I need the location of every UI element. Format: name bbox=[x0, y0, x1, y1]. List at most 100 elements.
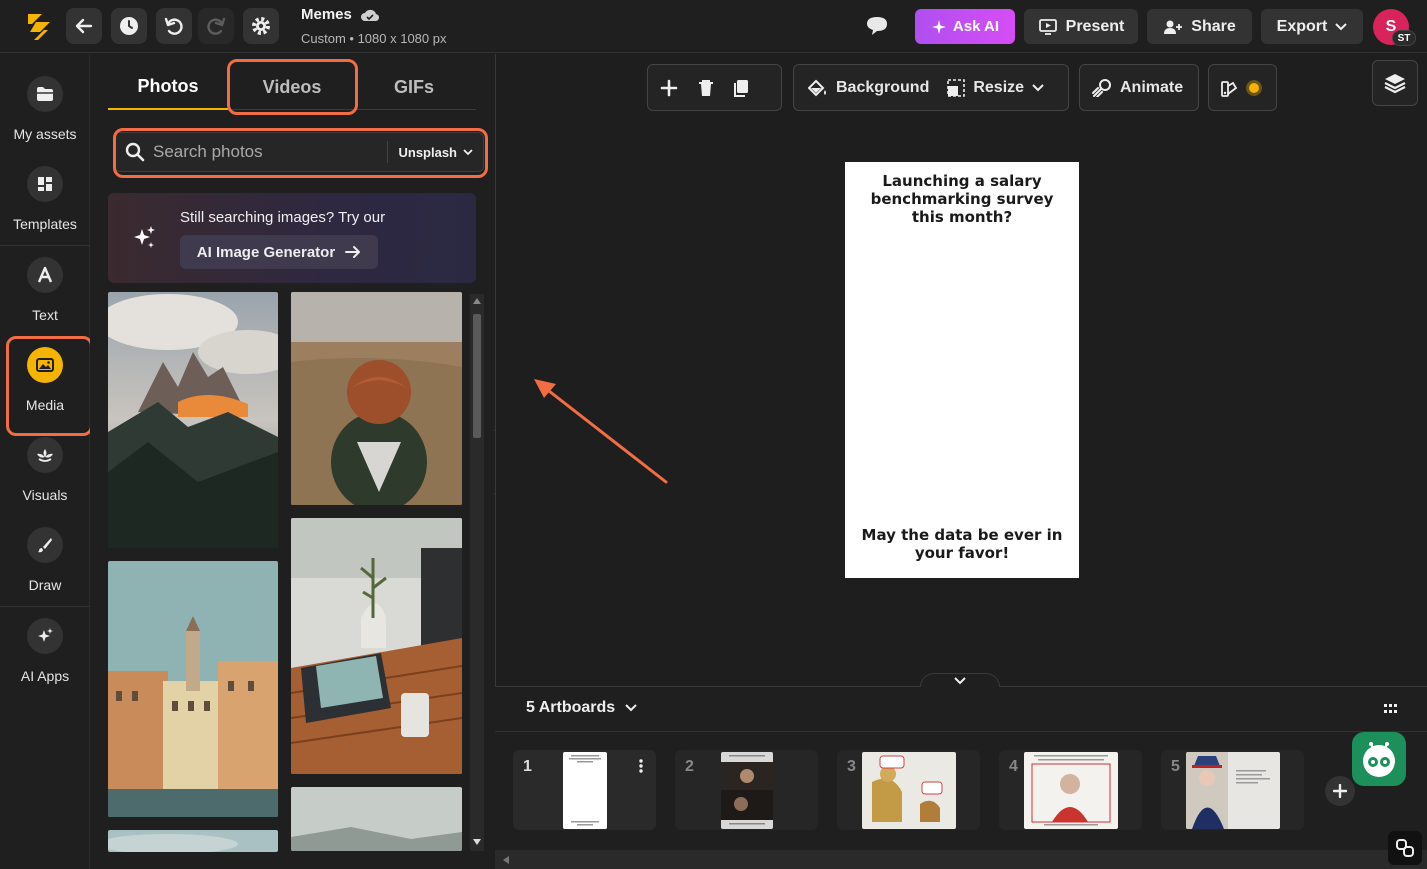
layers-button[interactable] bbox=[1372, 60, 1418, 106]
photo-thumbnail[interactable] bbox=[291, 518, 462, 774]
add-element-button[interactable] bbox=[648, 79, 690, 97]
assistant-bot-button[interactable] bbox=[1352, 732, 1406, 786]
artboard-card-4[interactable]: 4 bbox=[999, 750, 1142, 830]
photo-thumbnail[interactable] bbox=[291, 292, 462, 505]
export-label: Export bbox=[1276, 17, 1328, 35]
photo-thumbnail[interactable] bbox=[108, 292, 278, 548]
photo-thumbnail[interactable] bbox=[108, 561, 278, 817]
share-label: Share bbox=[1191, 17, 1236, 35]
artboard-card-2[interactable]: 2 bbox=[675, 750, 818, 830]
sparkle-icon bbox=[931, 19, 946, 34]
trash-icon bbox=[699, 79, 713, 96]
chevron-down-icon bbox=[1032, 83, 1044, 91]
tab-gifs[interactable]: GIFs bbox=[354, 64, 474, 110]
ai-image-generator-button[interactable]: AI Image Generator bbox=[180, 235, 378, 269]
card-number: 5 bbox=[1171, 758, 1180, 775]
ask-ai-button[interactable]: Ask AI bbox=[915, 9, 1015, 44]
artboard-preview bbox=[862, 752, 956, 829]
redo-icon bbox=[207, 17, 226, 35]
artboard-card-3[interactable]: 3 bbox=[837, 750, 980, 830]
tab-videos[interactable]: Videos bbox=[232, 64, 352, 110]
scrollbar-thumb[interactable] bbox=[473, 314, 481, 438]
rail-item-text[interactable]: Text bbox=[6, 253, 84, 339]
element-actions bbox=[647, 64, 782, 111]
rail-item-templates[interactable]: Templates bbox=[6, 162, 84, 248]
brand-kit-group bbox=[1208, 64, 1277, 111]
brand-kit-icon bbox=[1221, 80, 1238, 97]
add-artboard-button[interactable] bbox=[1325, 776, 1355, 806]
link-button[interactable] bbox=[1388, 831, 1422, 865]
rail-label: Text bbox=[32, 307, 58, 323]
present-label: Present bbox=[1065, 17, 1125, 35]
animate-button[interactable]: Animate bbox=[1080, 78, 1195, 97]
comment-icon[interactable] bbox=[864, 14, 890, 38]
artboard[interactable]: Launching a salary benchmarking survey t… bbox=[845, 162, 1079, 578]
share-button[interactable]: Share bbox=[1147, 9, 1252, 44]
background-button[interactable]: Background bbox=[794, 79, 937, 97]
tab-photos[interactable]: Photos bbox=[108, 64, 228, 110]
rail-divider bbox=[0, 245, 90, 246]
duplicate-button[interactable] bbox=[722, 79, 760, 97]
rail-item-visuals[interactable]: Visuals bbox=[6, 433, 84, 519]
rail-item-media[interactable]: Media bbox=[6, 343, 84, 429]
search-input[interactable] bbox=[153, 142, 373, 162]
document-size: Custom • 1080 x 1080 px bbox=[301, 31, 447, 46]
scroll-left-icon[interactable] bbox=[503, 856, 509, 864]
photo-thumbnail[interactable] bbox=[291, 787, 462, 851]
card-number: 2 bbox=[685, 758, 694, 775]
plus-icon bbox=[660, 79, 678, 96]
panel-scrollbar[interactable] bbox=[470, 294, 484, 851]
artboard-bottom-text[interactable]: May the data be ever in your favor! bbox=[853, 526, 1071, 562]
resize-icon bbox=[947, 78, 966, 97]
rail-label: Templates bbox=[13, 216, 77, 232]
grid-view-icon[interactable] bbox=[1384, 704, 1398, 714]
redo-button[interactable] bbox=[198, 8, 234, 44]
artboard-card-1[interactable]: 1 bbox=[513, 750, 656, 830]
resize-button[interactable]: Resize bbox=[937, 79, 1054, 97]
source-dropdown[interactable]: Unsplash bbox=[387, 141, 473, 163]
rail-item-my-assets[interactable]: My assets bbox=[6, 72, 84, 158]
artboard-preview bbox=[721, 752, 773, 829]
background-label: Background bbox=[836, 78, 930, 96]
strip-scrollbar[interactable] bbox=[495, 850, 1427, 869]
robot-icon bbox=[1363, 742, 1395, 777]
settings-button[interactable] bbox=[243, 8, 279, 44]
scroll-down-icon[interactable] bbox=[473, 839, 481, 845]
export-button[interactable]: Export bbox=[1261, 9, 1363, 44]
artboard-card-5[interactable]: 5 bbox=[1161, 750, 1304, 830]
artboards-count: 5 Artboards bbox=[526, 699, 616, 716]
app-logo-icon[interactable] bbox=[18, 10, 58, 44]
chevron-down-icon bbox=[954, 676, 966, 684]
delete-button[interactable] bbox=[690, 79, 722, 97]
copy-icon bbox=[734, 79, 748, 97]
link-icon bbox=[1396, 839, 1414, 857]
brand-kit-button[interactable] bbox=[1209, 79, 1275, 97]
back-button[interactable] bbox=[66, 8, 102, 44]
cloud-saved-icon bbox=[360, 9, 379, 21]
present-button[interactable]: Present bbox=[1024, 9, 1138, 44]
undo-button[interactable] bbox=[156, 8, 192, 44]
history-button[interactable] bbox=[111, 8, 147, 44]
rail-divider bbox=[0, 606, 90, 607]
paint-bucket-icon bbox=[808, 79, 826, 96]
artboards-dropdown[interactable]: 5 Artboards bbox=[526, 699, 637, 717]
artboard-top-text[interactable]: Launching a salary benchmarking survey t… bbox=[853, 172, 1071, 226]
artboard-preview bbox=[1024, 752, 1118, 829]
ask-ai-label: Ask AI bbox=[952, 18, 1000, 35]
toggle-strip-button[interactable] bbox=[920, 673, 1000, 687]
add-user-icon bbox=[1164, 20, 1183, 34]
templates-icon bbox=[27, 166, 63, 202]
document-title[interactable]: Memes bbox=[301, 6, 380, 23]
scroll-up-icon[interactable] bbox=[473, 298, 481, 304]
photo-search-bar: Unsplash bbox=[114, 132, 484, 172]
source-label: Unsplash bbox=[398, 144, 457, 160]
text-icon bbox=[27, 257, 63, 293]
rail-item-ai-apps[interactable]: AI Apps bbox=[6, 614, 84, 700]
image-icon bbox=[27, 347, 63, 383]
more-options-icon[interactable] bbox=[639, 759, 643, 773]
folder-icon bbox=[27, 76, 63, 112]
photo-thumbnail[interactable] bbox=[108, 830, 278, 852]
card-number: 3 bbox=[847, 758, 856, 775]
rail-item-draw[interactable]: Draw bbox=[6, 523, 84, 609]
search-icon bbox=[125, 142, 145, 162]
